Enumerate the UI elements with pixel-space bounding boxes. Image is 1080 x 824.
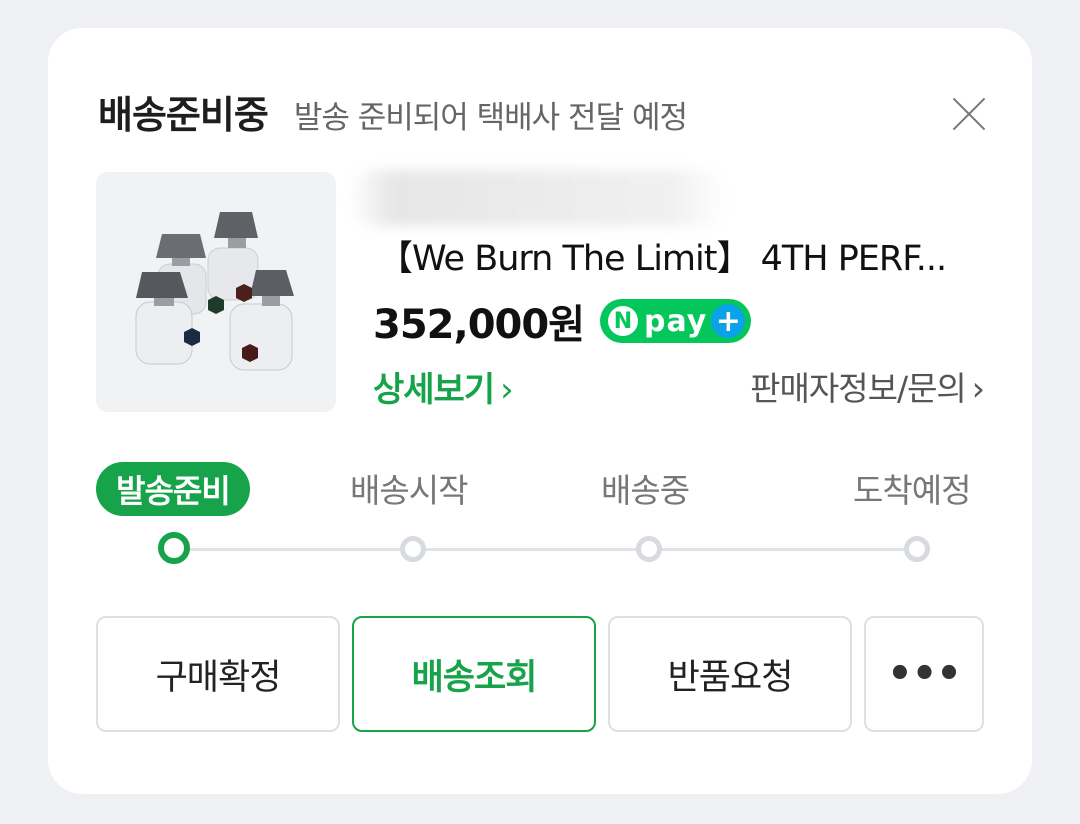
return-request-button[interactable]: 반품요청 <box>608 616 852 732</box>
progress-dot <box>904 536 930 562</box>
perfume-bottles-image <box>135 212 294 371</box>
view-details-link[interactable]: 상세보기 › <box>373 362 514 411</box>
status-description: 발송 준비되어 택배사 전달 예정 <box>293 100 688 136</box>
seller-info-label: 판매자정보/문의 <box>750 369 967 408</box>
more-options-button[interactable]: ••• <box>864 616 984 732</box>
progress-dot-active <box>158 532 190 564</box>
progress-track <box>176 548 916 551</box>
view-details-label: 상세보기 <box>373 370 495 410</box>
confirm-purchase-button[interactable]: 구매확정 <box>96 616 340 732</box>
step-label: 배송중 <box>601 471 690 510</box>
track-delivery-button[interactable]: 배송조회 <box>352 616 596 732</box>
step-label: 도착예정 <box>853 471 971 510</box>
plus-icon: + <box>711 304 746 339</box>
npay-label: pay <box>644 303 708 339</box>
order-status-card: 배송준비중 발송 준비되어 택배사 전달 예정 【We Burn The Lim… <box>48 28 1032 794</box>
npay-plus-badge: N pay + <box>600 299 752 343</box>
product-thumbnail[interactable] <box>96 172 336 412</box>
status-title: 배송준비중 <box>98 93 269 137</box>
npay-n-icon: N <box>608 306 638 336</box>
progress-dot <box>636 536 662 562</box>
product-name[interactable]: 【We Burn The Limit】 4TH PERF... <box>378 230 988 286</box>
progress-dot <box>400 536 426 562</box>
close-icon[interactable] <box>950 94 988 132</box>
step-label: 배송시작 <box>350 471 468 510</box>
price-row: 352,000원 N pay + <box>373 292 752 350</box>
chevron-right-icon: › <box>971 369 985 408</box>
header: 배송준비중 발송 준비되어 택배사 전달 예정 <box>98 84 688 144</box>
step-label-active: 발송준비 <box>96 462 250 516</box>
redacted-store-name <box>348 170 728 226</box>
chevron-right-icon: › <box>500 370 514 410</box>
seller-info-link[interactable]: 판매자정보/문의 › <box>750 362 985 410</box>
product-price: 352,000원 <box>373 302 585 348</box>
